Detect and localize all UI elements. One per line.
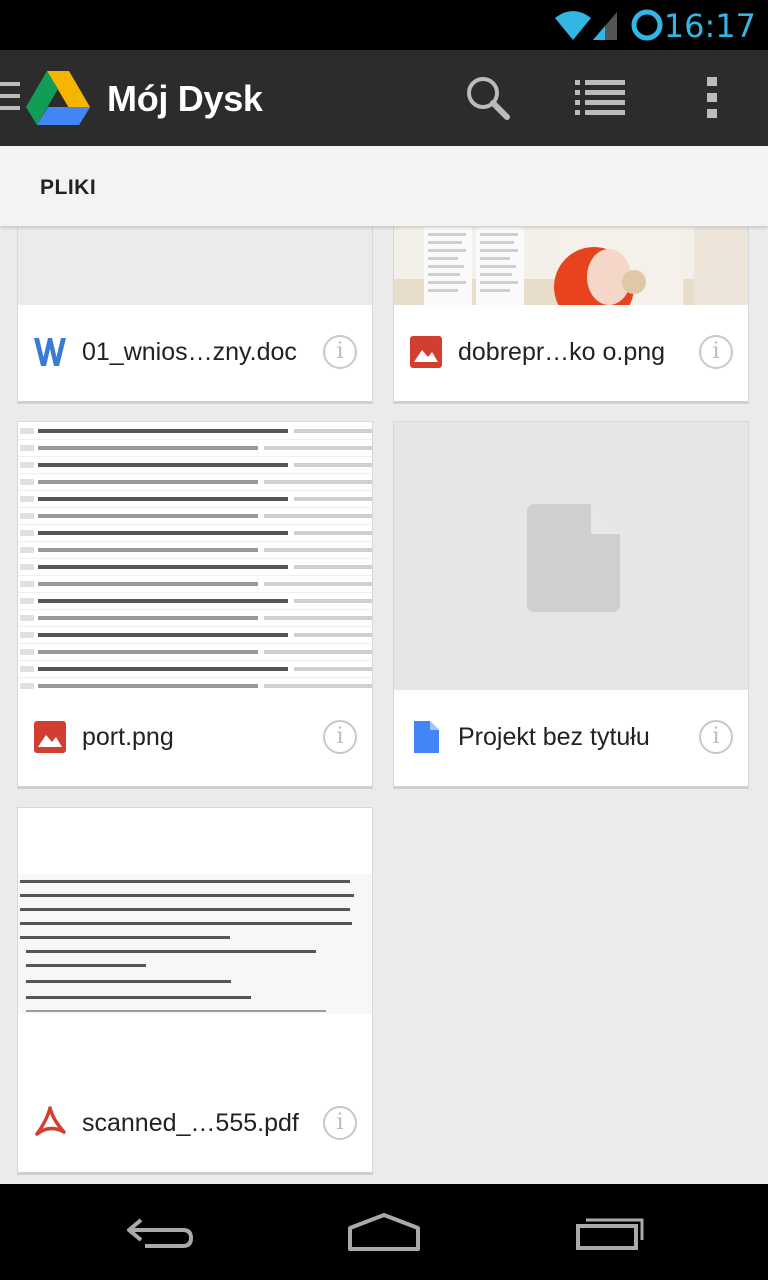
blank-document-icon xyxy=(527,504,620,612)
pdf-icon xyxy=(35,1106,66,1136)
info-icon[interactable]: i xyxy=(699,335,733,369)
section-header: PLIKI xyxy=(0,146,768,226)
recent-apps-button[interactable] xyxy=(530,1184,690,1280)
recent-apps-icon xyxy=(576,1218,644,1250)
document-icon xyxy=(414,721,439,753)
file-thumbnail xyxy=(394,226,748,307)
file-card-footer: scanned_…555.pdf i xyxy=(18,1076,372,1172)
search-icon xyxy=(467,77,510,120)
image-thumbnail xyxy=(394,226,748,307)
drawer-indicator-icon[interactable] xyxy=(0,82,22,112)
info-icon[interactable]: i xyxy=(323,1106,357,1140)
status-time: 16:17 xyxy=(663,7,756,45)
overflow-menu-button[interactable] xyxy=(664,50,760,146)
info-icon[interactable]: i xyxy=(699,720,733,754)
page-title: Mój Dysk xyxy=(107,78,263,119)
file-card-footer: port.png i xyxy=(18,690,372,786)
file-name: 01_wnios…zny.doc xyxy=(82,338,297,366)
file-name: dobrepr…ko o.png xyxy=(458,338,666,366)
file-thumbnail xyxy=(18,226,372,307)
file-card[interactable]: port.png i xyxy=(17,421,373,789)
file-thumbnail xyxy=(18,808,372,1078)
action-bar: Mój Dysk xyxy=(0,50,768,146)
image-icon xyxy=(410,336,442,368)
file-thumbnail xyxy=(394,422,748,692)
section-title: PLIKI xyxy=(40,176,97,199)
image-icon xyxy=(34,721,66,753)
log-screenshot-thumbnail xyxy=(18,422,372,692)
home-button[interactable] xyxy=(304,1184,464,1280)
list-view-button[interactable] xyxy=(552,50,648,146)
file-grid[interactable]: 01_wnios…zny.doc i dobrepr…ko o.png i po… xyxy=(0,226,768,1184)
info-icon[interactable]: i xyxy=(323,720,357,754)
file-card-footer: dobrepr…ko o.png i xyxy=(394,305,748,401)
file-card-footer: 01_wnios…zny.doc i xyxy=(18,305,372,401)
file-card[interactable]: scanned_…555.pdf i xyxy=(17,807,373,1175)
drive-logo-icon[interactable] xyxy=(26,71,90,125)
scanned-document-thumbnail xyxy=(18,808,372,1078)
overflow-menu-icon xyxy=(707,77,717,118)
home-icon xyxy=(348,1213,420,1251)
file-card[interactable]: Projekt bez tytułu i xyxy=(393,421,749,789)
file-thumbnail xyxy=(18,422,372,692)
info-icon[interactable]: i xyxy=(323,335,357,369)
file-card[interactable]: dobrepr…ko o.png i xyxy=(393,226,749,404)
file-card-footer: Projekt bez tytułu i xyxy=(394,690,748,786)
sync-icon xyxy=(631,9,663,41)
navigation-bar xyxy=(0,1184,768,1280)
back-icon xyxy=(127,1218,193,1248)
file-name: scanned_…555.pdf xyxy=(82,1109,299,1137)
wifi-signal-icon xyxy=(555,11,617,40)
list-view-icon xyxy=(575,80,625,115)
search-button[interactable] xyxy=(440,50,536,146)
status-bar: 16:17 xyxy=(0,0,768,50)
file-name: Projekt bez tytułu xyxy=(458,723,650,751)
file-card[interactable]: 01_wnios…zny.doc i xyxy=(17,226,373,404)
file-name: port.png xyxy=(82,723,174,751)
back-button[interactable] xyxy=(80,1184,240,1280)
word-icon xyxy=(34,338,66,366)
